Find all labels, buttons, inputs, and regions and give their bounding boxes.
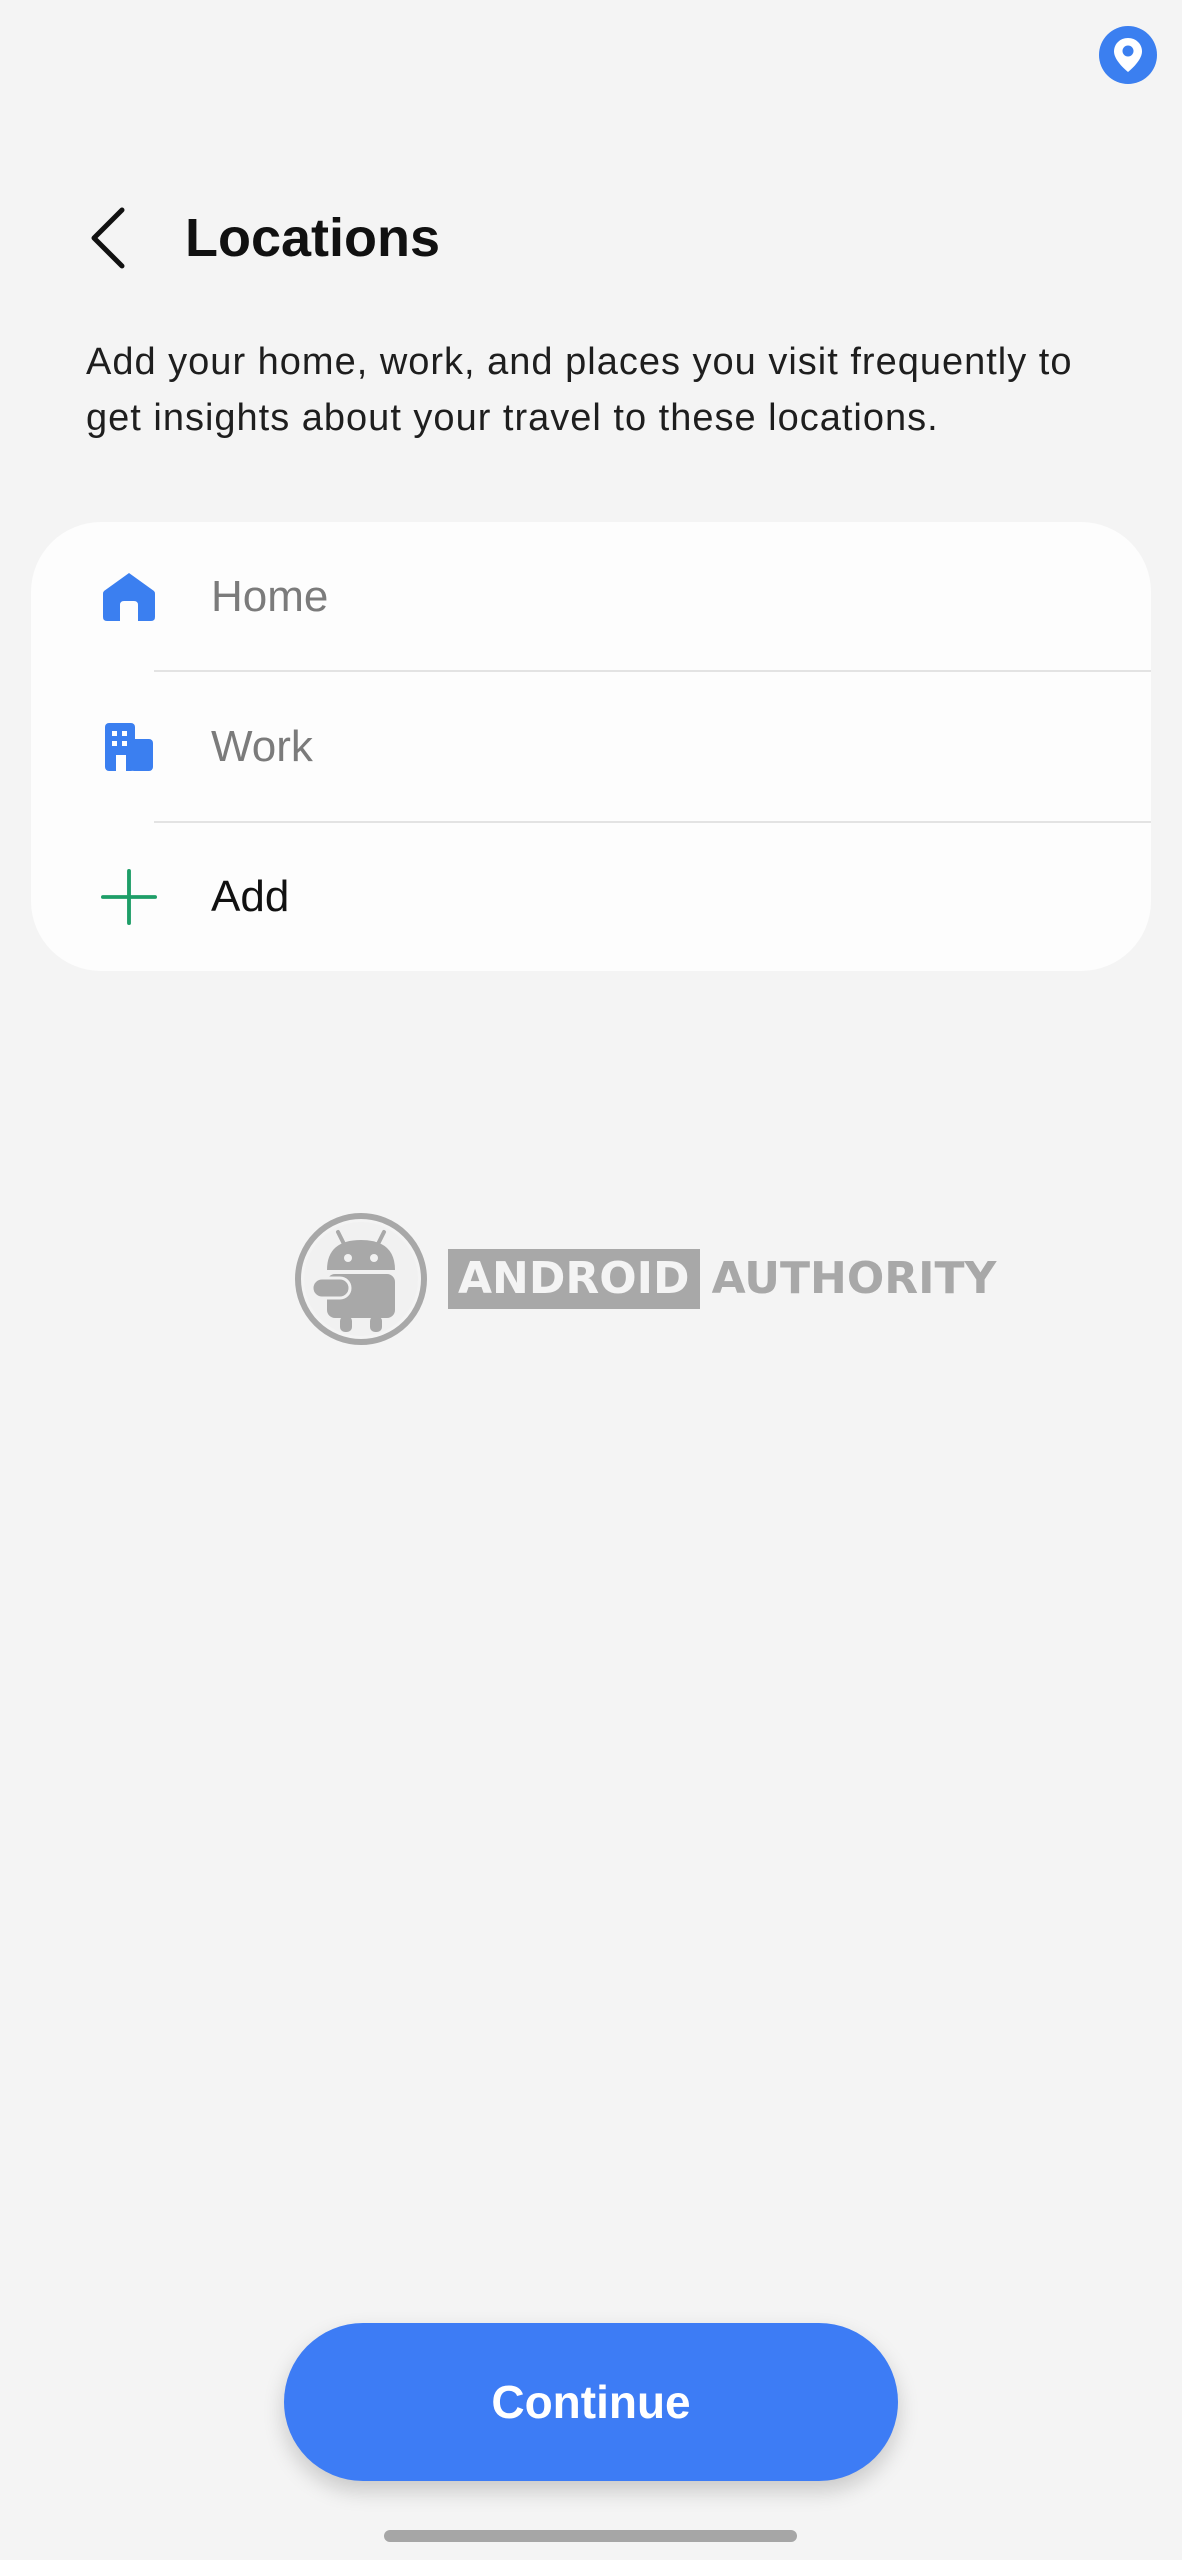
location-row-work[interactable]: Work	[31, 672, 1151, 822]
location-status-icon	[1099, 26, 1157, 84]
locations-card: Home Work Add	[31, 522, 1151, 971]
building-icon	[101, 719, 157, 775]
plus-icon	[101, 869, 157, 925]
page-title: Locations	[185, 208, 441, 268]
home-icon	[101, 569, 157, 625]
home-label: Home	[211, 572, 329, 621]
location-row-home[interactable]: Home	[31, 522, 1151, 672]
android-robot-logo-icon	[295, 1213, 427, 1345]
watermark-android-text: ANDROID	[448, 1249, 700, 1309]
back-button[interactable]	[78, 200, 138, 276]
home-indicator[interactable]	[384, 2530, 797, 2542]
page-description: Add your home, work, and places you visi…	[86, 341, 1073, 439]
work-label: Work	[211, 722, 313, 771]
watermark: ANDROID AUTHORITY	[294, 1212, 996, 1346]
add-label: Add	[211, 872, 290, 921]
location-row-add[interactable]: Add	[31, 822, 1151, 971]
chevron-left-icon	[91, 207, 125, 269]
watermark-authority-text: AUTHORITY	[711, 1253, 997, 1304]
continue-button[interactable]: Continue	[284, 2323, 898, 2481]
